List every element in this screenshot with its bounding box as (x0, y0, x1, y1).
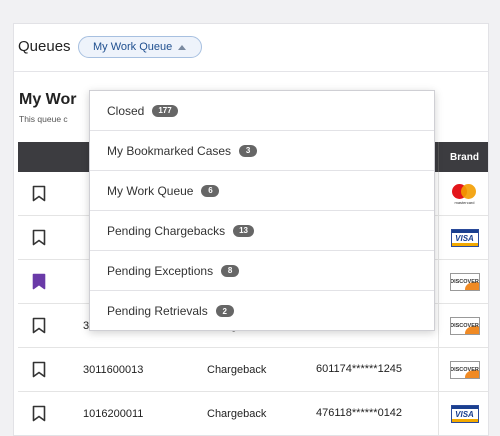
queue-count-badge: 3 (239, 144, 258, 157)
queue-dropdown-menu: Closed 177 My Bookmarked Cases 3 My Work Que… (89, 90, 435, 331)
queue-option[interactable]: Pending Exceptions 8 (90, 251, 434, 291)
page-title: My Wor (19, 91, 77, 108)
bookmark-icon[interactable] (32, 361, 46, 383)
queue-option[interactable]: Pending Retrievals 2 (90, 291, 434, 331)
queue-count-badge: 177 (152, 104, 178, 117)
queues-bar: Queues My Work Queue (14, 24, 488, 72)
brand-cell: DISCOVER (438, 304, 488, 348)
queue-option[interactable]: Closed 177 (90, 91, 434, 131)
brand-cell: DISCOVER (438, 260, 488, 304)
bookmark-filled-icon[interactable] (32, 273, 46, 295)
caret-up-icon (178, 44, 187, 50)
bookmark-icon[interactable] (32, 229, 46, 251)
mastercard-logo-icon: mastercard (450, 183, 480, 205)
visa-logo-icon: VISA (450, 229, 479, 247)
queue-option[interactable]: My Bookmarked Cases 3 (90, 131, 434, 171)
queue-count-badge: 2 (215, 305, 234, 317)
case-id[interactable]: 3011600013 (83, 364, 143, 376)
brand-cell: DISCOVER (438, 348, 488, 392)
queues-label: Queues (18, 38, 71, 55)
queue-count-badge: 6 (201, 184, 220, 197)
queue-count-badge: 13 (233, 224, 254, 237)
table-row[interactable]: 3011600013 Chargeback 601174******1245 DISC… (18, 348, 488, 392)
queue-option[interactable]: Pending Chargebacks 13 (90, 211, 434, 251)
column-header-brand[interactable]: Brand (438, 142, 488, 172)
case-type: Chargeback (207, 364, 267, 376)
bookmark-icon[interactable] (32, 185, 46, 207)
queue-option-label: Pending Retrievals (107, 304, 208, 318)
queue-option-label: Closed (107, 103, 145, 118)
queue-count-badge: 8 (221, 264, 240, 277)
discover-logo-icon: DISCOVER (449, 273, 480, 291)
visa-logo-icon: VISA (450, 405, 479, 423)
bookmark-icon[interactable] (32, 317, 46, 339)
queue-option-label: Pending Chargebacks (107, 223, 226, 238)
brand-cell: VISA (438, 392, 488, 435)
queue-option[interactable]: My Work Queue 6 (90, 171, 434, 211)
card-number: 601174******1245 (316, 363, 403, 375)
queue-option-label: My Bookmarked Cases (107, 143, 232, 158)
queue-option-label: Pending Exceptions (107, 263, 214, 278)
case-id[interactable]: 1016200011 (83, 408, 143, 420)
page-description: This queue c (19, 114, 68, 124)
queue-option-label: My Work Queue (107, 183, 194, 198)
case-type: Chargeback (207, 408, 267, 420)
card-number: 476118******0142 (316, 407, 403, 419)
brand-cell: VISA (438, 216, 488, 260)
discover-logo-icon: DISCOVER (449, 317, 480, 335)
brand-cell: mastercard (438, 172, 488, 216)
app-frame: Queues My Work Queue My Wor This queue c… (13, 23, 489, 436)
queue-selector[interactable]: My Work Queue (78, 36, 202, 58)
queue-selector-label: My Work Queue (93, 41, 173, 53)
bookmark-icon[interactable] (32, 405, 46, 427)
table-row[interactable]: 1016200011 Chargeback 476118******0142 VISA (18, 392, 488, 435)
discover-logo-icon: DISCOVER (449, 361, 480, 379)
